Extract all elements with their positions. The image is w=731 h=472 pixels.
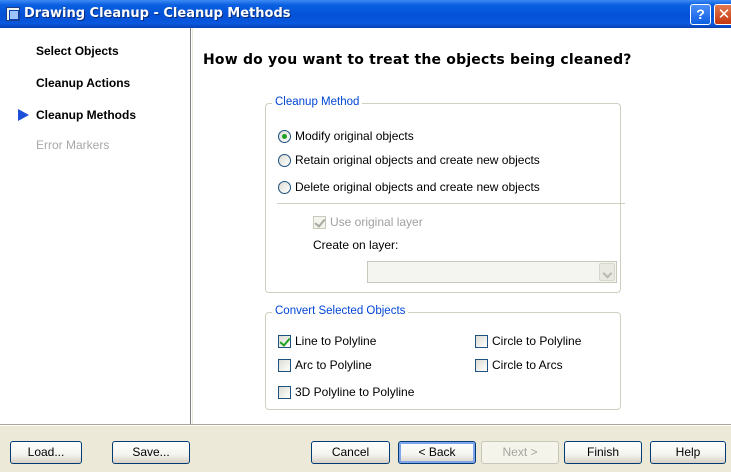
save-button[interactable]: Save... <box>112 441 190 464</box>
use-original-layer-checkbox: Use original layer <box>313 214 423 230</box>
drawing-cleanup-dialog: Drawing Cleanup - Cleanup Methods ? ✕ Se… <box>0 0 731 472</box>
checkbox-label: Circle to Arcs <box>492 358 563 372</box>
load-button[interactable]: Load... <box>10 441 82 464</box>
checkbox-label: Line to Polyline <box>295 334 377 348</box>
checkbox-label: Arc to Polyline <box>295 358 372 372</box>
finish-button[interactable]: Finish <box>564 441 642 464</box>
help-title-button[interactable]: ? <box>690 4 711 25</box>
help-button[interactable]: Help <box>650 441 726 464</box>
checkbox-3d-polyline-to-polyline[interactable]: 3D Polyline to Polyline <box>278 384 414 400</box>
radio-label: Modify original objects <box>295 129 414 143</box>
main-panel: How do you want to treat the objects bei… <box>193 28 731 425</box>
checkbox-circle-to-polyline[interactable]: Circle to Polyline <box>475 333 581 349</box>
page-heading: How do you want to treat the objects bei… <box>203 52 632 68</box>
app-icon <box>6 7 20 21</box>
checkbox-label: Use original layer <box>330 215 423 229</box>
button-bar: Load... Save... Cancel < Back Next > Fin… <box>0 425 731 472</box>
radio-button[interactable] <box>278 180 291 194</box>
checkbox <box>313 215 326 229</box>
radio-delete-original[interactable]: Delete original objects and create new o… <box>278 179 540 195</box>
checkbox-label: Circle to Polyline <box>492 334 582 348</box>
checkbox[interactable] <box>278 385 291 399</box>
radio-label: Delete original objects and create new o… <box>295 180 540 194</box>
radio-button[interactable] <box>278 129 291 143</box>
window-title: Drawing Cleanup - Cleanup Methods <box>24 6 291 21</box>
nav-step-cleanup-actions[interactable]: Cleanup Actions <box>36 76 130 90</box>
radio-retain-original[interactable]: Retain original objects and create new o… <box>278 152 540 168</box>
close-icon[interactable]: ✕ <box>714 4 731 25</box>
wizard-step-nav: Select Objects Cleanup Actions Cleanup M… <box>0 28 190 425</box>
checkbox-circle-to-arcs[interactable]: Circle to Arcs <box>475 357 563 373</box>
title-bar[interactable]: Drawing Cleanup - Cleanup Methods ? ✕ <box>0 0 731 28</box>
checkbox[interactable] <box>475 358 488 372</box>
nav-divider <box>190 28 192 425</box>
chevron-down-icon <box>599 263 615 281</box>
nav-step-cleanup-methods[interactable]: Cleanup Methods <box>36 108 136 122</box>
checkbox[interactable] <box>278 358 291 372</box>
checkbox-line-to-polyline[interactable]: Line to Polyline <box>278 333 376 349</box>
radio-button[interactable] <box>278 153 291 167</box>
group-separator <box>277 203 625 204</box>
convert-selected-objects-legend: Convert Selected Objects <box>272 305 409 317</box>
checkbox[interactable] <box>475 334 488 348</box>
nav-step-error-markers: Error Markers <box>36 138 110 152</box>
current-step-arrow-icon <box>18 109 29 121</box>
nav-step-select-objects[interactable]: Select Objects <box>36 44 119 58</box>
radio-modify-original[interactable]: Modify original objects <box>278 128 414 144</box>
create-on-layer-select <box>367 261 617 283</box>
next-button: Next > <box>481 441 559 464</box>
checkbox-label: 3D Polyline to Polyline <box>295 385 415 399</box>
back-button[interactable]: < Back <box>398 441 476 464</box>
radio-label: Retain original objects and create new o… <box>295 153 540 167</box>
create-on-layer-label: Create on layer: <box>313 238 399 252</box>
cleanup-method-legend: Cleanup Method <box>272 96 363 108</box>
cancel-button[interactable]: Cancel <box>311 441 390 464</box>
checkbox-arc-to-polyline[interactable]: Arc to Polyline <box>278 357 372 373</box>
checkbox[interactable] <box>278 334 291 348</box>
